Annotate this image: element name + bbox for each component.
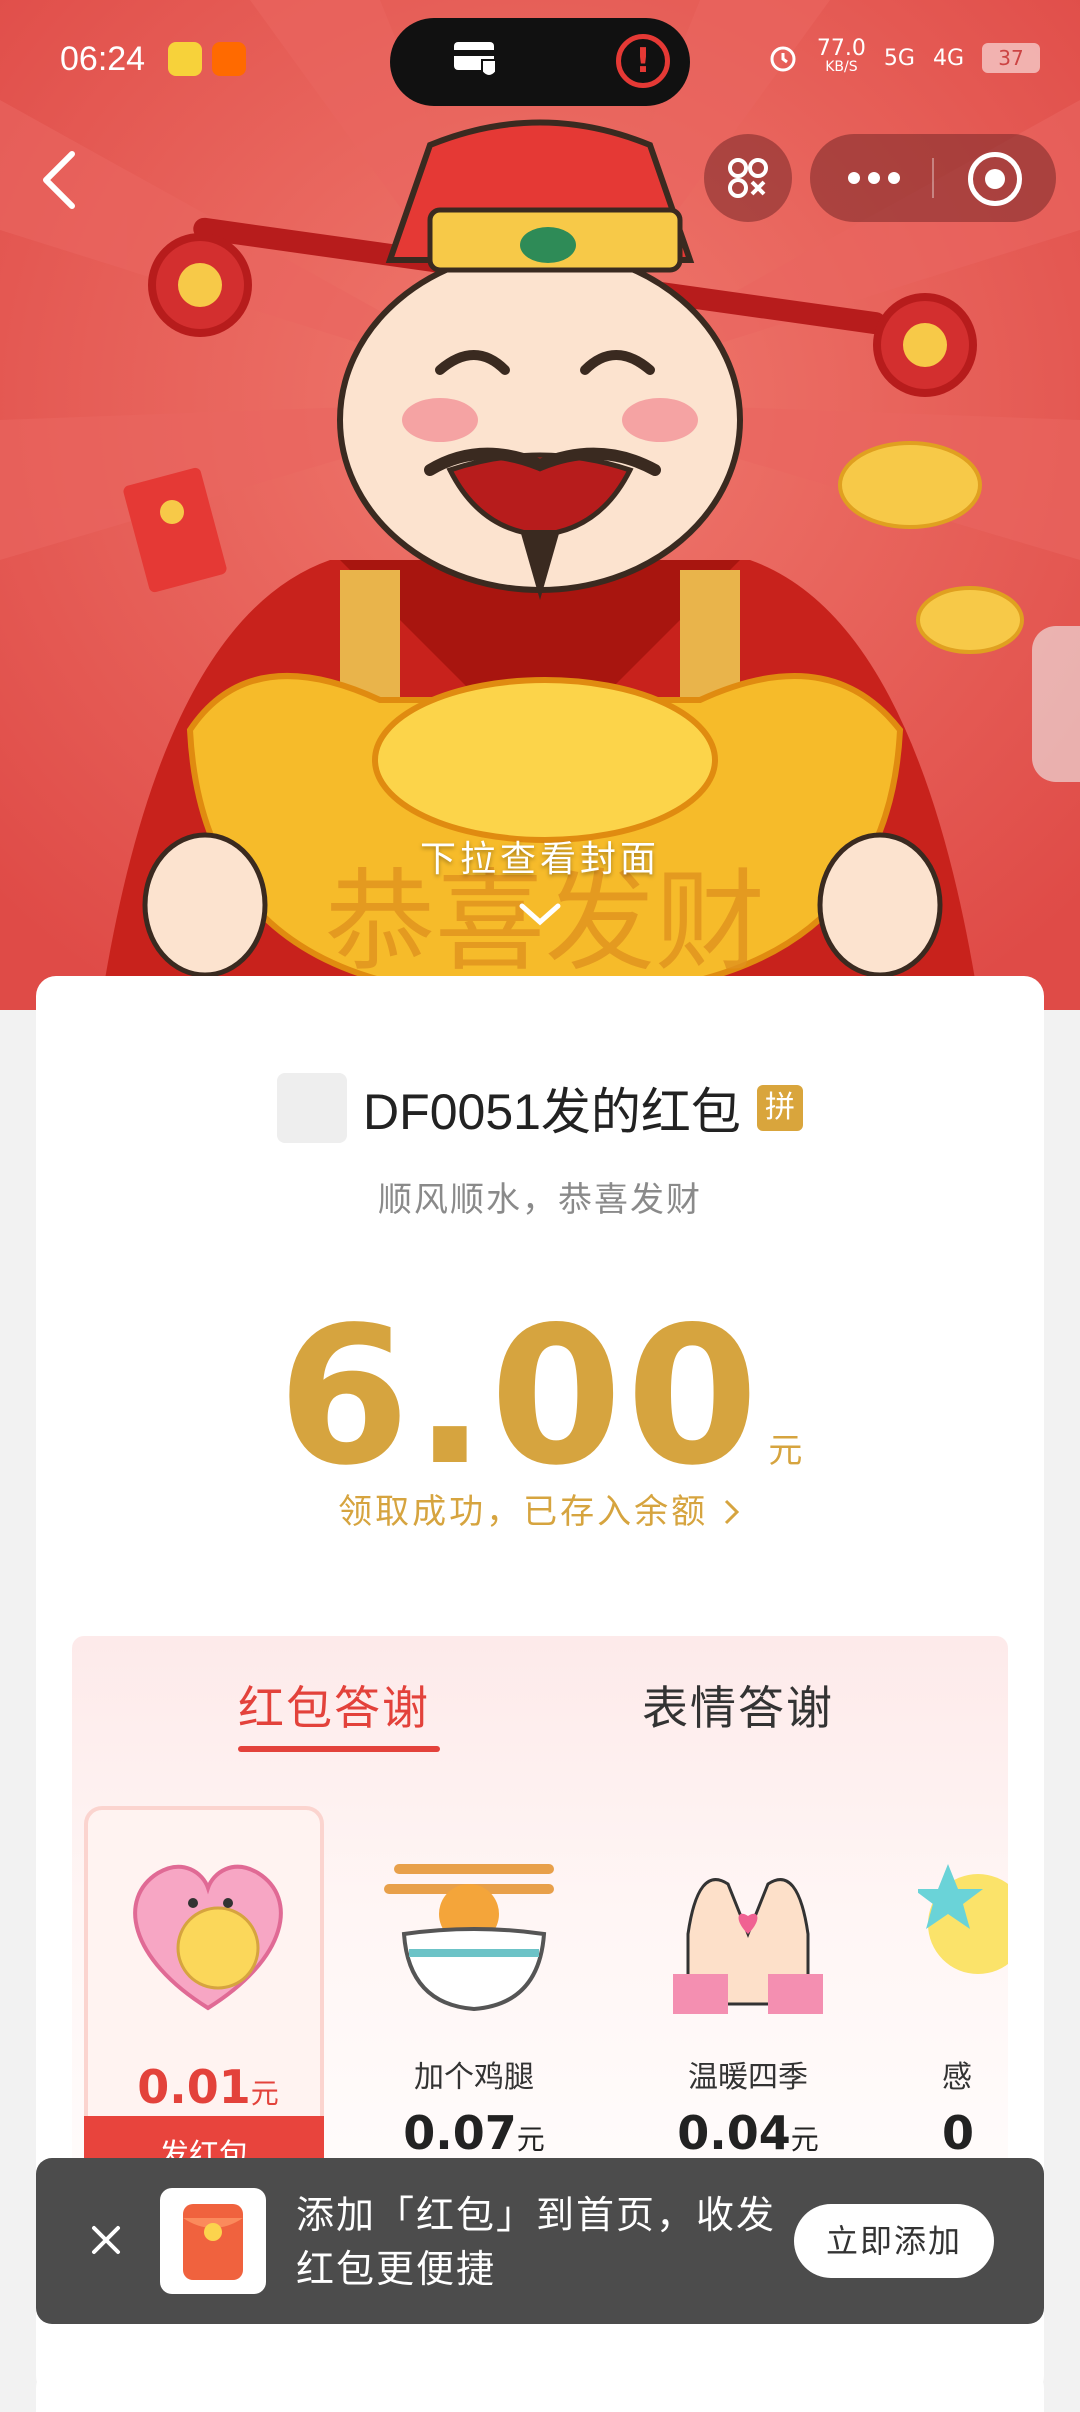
close-mini-program-icon[interactable] [968,152,1022,206]
pull-down-hint: 下拉查看封面 [419,839,660,880]
card-shield-icon [454,42,497,77]
network-speed: 77.0 [816,36,866,61]
gift-name: 温暖四季 [688,2060,808,2095]
status-bar: 06:24 ! 77.0 KB/S 5G 4G 37 [0,0,1080,120]
notification-app-icon [212,42,246,76]
gift-name: 感 [942,2060,972,2095]
add-now-button[interactable]: 立即添加 [794,2204,994,2278]
avatar[interactable] [277,1073,348,1143]
gift-item-selected[interactable]: 0.01元 发红包 [84,1806,324,2196]
chevron-down-icon [519,903,561,926]
thanks-tabs: 红包答谢 表情答谢 [72,1672,1008,1762]
alarm-icon [770,46,796,72]
mini-program-capsule [810,134,1056,222]
amount-unit: 元 [768,1431,803,1471]
back-arrow-icon[interactable] [30,140,90,220]
heart-hands-icon [673,1878,823,2014]
toast-message: 添加「红包」到首页，收发红包更便捷 [296,2193,777,2291]
chicken-leg-rice-icon [384,1864,554,2012]
tab-red-packet-thanks[interactable]: 红包答谢 [238,1672,430,1738]
gift-price: 0 [942,2106,975,2160]
side-drawer-handle[interactable] [1032,626,1080,782]
tab-emoji-thanks[interactable]: 表情答谢 [642,1672,834,1738]
next-card-peek [36,2368,1044,2412]
more-icon[interactable] [848,172,900,184]
scan-button[interactable] [704,134,792,222]
group-badge: 拼 [756,1085,803,1131]
red-packet-app-icon [160,2188,266,2294]
star-sticker-icon [918,1864,1008,1974]
notification-app-icon [168,42,202,76]
status-indicators: 77.0 KB/S 5G 4G 37 [767,36,1040,76]
warning-icon: ! [616,34,670,88]
battery-icon: 37 [982,43,1040,73]
saved-text: 领取成功，已存入余额 [338,1492,709,1532]
saved-to-balance-link[interactable]: 领取成功，已存入余额 [36,1484,1044,1533]
chevron-right-icon [724,1499,740,1525]
tab-indicator [238,1746,440,1752]
amount-row: 6.00 元 [36,1286,1044,1507]
status-time: 06:24 [60,40,146,78]
gift-price: 0.07元 [403,2106,545,2160]
gift-item[interactable]: 温暖四季 0.04元 [628,1806,868,2196]
dynamic-island[interactable]: ! [390,18,690,106]
gift-item[interactable]: 加个鸡腿 0.07元 [354,1806,594,2196]
gift-name: 加个鸡腿 [414,2060,534,2095]
close-icon[interactable] [82,2216,130,2264]
blessing-text: 顺风顺水，恭喜发财 [378,1180,702,1220]
gift-price: 0.01元 [137,2060,279,2114]
gift-price: 0.04元 [677,2106,819,2160]
signal-5g: 5G [883,45,915,71]
add-to-home-toast: 添加「红包」到首页，收发红包更便捷 立即添加 [36,2158,1044,2324]
amount: 6.00 [277,1286,763,1507]
sender-name: DF0051发的红包 [363,1084,741,1140]
signal-4g: 4G [932,45,964,71]
scan-icon [728,158,768,198]
sender-row: DF0051发的红包 拼 [36,1072,1044,1144]
gift-item-partial[interactable]: 感 0 [898,1806,1008,2196]
heart-hug-sticker-icon [133,1864,283,2011]
